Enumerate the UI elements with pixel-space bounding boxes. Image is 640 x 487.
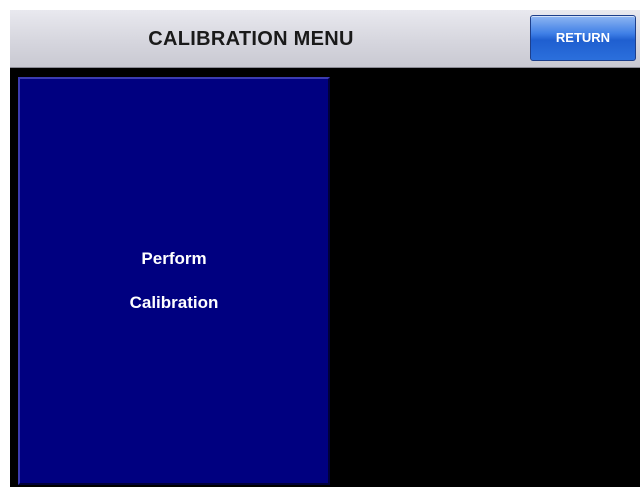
perform-calibration-label-line1: Perform	[141, 249, 207, 268]
return-button[interactable]: RETURN	[530, 15, 636, 61]
perform-calibration-button[interactable]: Perform Calibration	[18, 77, 330, 485]
perform-calibration-label-line2: Calibration	[129, 293, 219, 312]
title-bar: CALIBRATION MENU RETURN	[10, 10, 640, 68]
hmi-screen: CALIBRATION MENU RETURN Perform Calibrat…	[10, 10, 640, 487]
page-title: CALIBRATION MENU	[148, 28, 354, 50]
